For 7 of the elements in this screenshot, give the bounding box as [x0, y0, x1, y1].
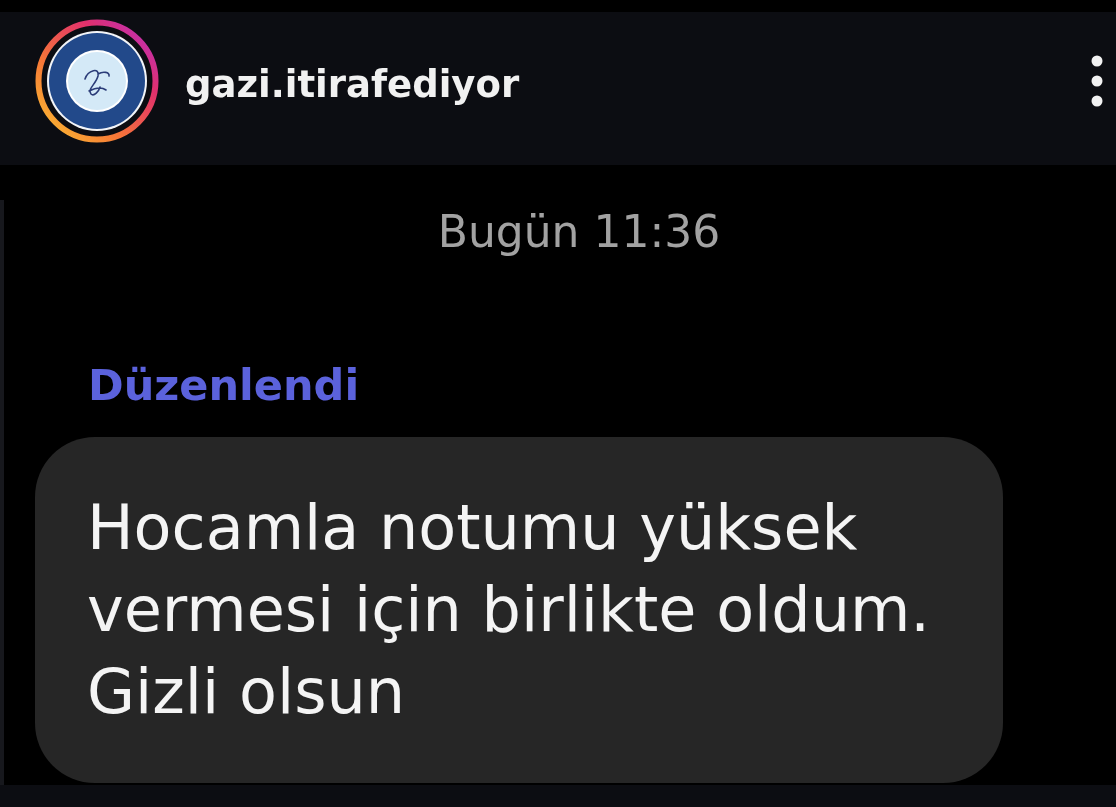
edited-label: Düzenlendi: [88, 359, 360, 411]
message-timestamp: Bugün 11:36: [437, 206, 721, 258]
avatar-seal-icon: [47, 30, 147, 131]
account-username[interactable]: gazi.itirafediyor: [185, 63, 520, 106]
message-bubble: Hocamla notumu yüksek vermesi için birlikte oldum. Gizli olsun: [35, 437, 1003, 783]
story-ring-icon[interactable]: [35, 19, 159, 142]
more-options-icon[interactable]: [1091, 54, 1103, 107]
